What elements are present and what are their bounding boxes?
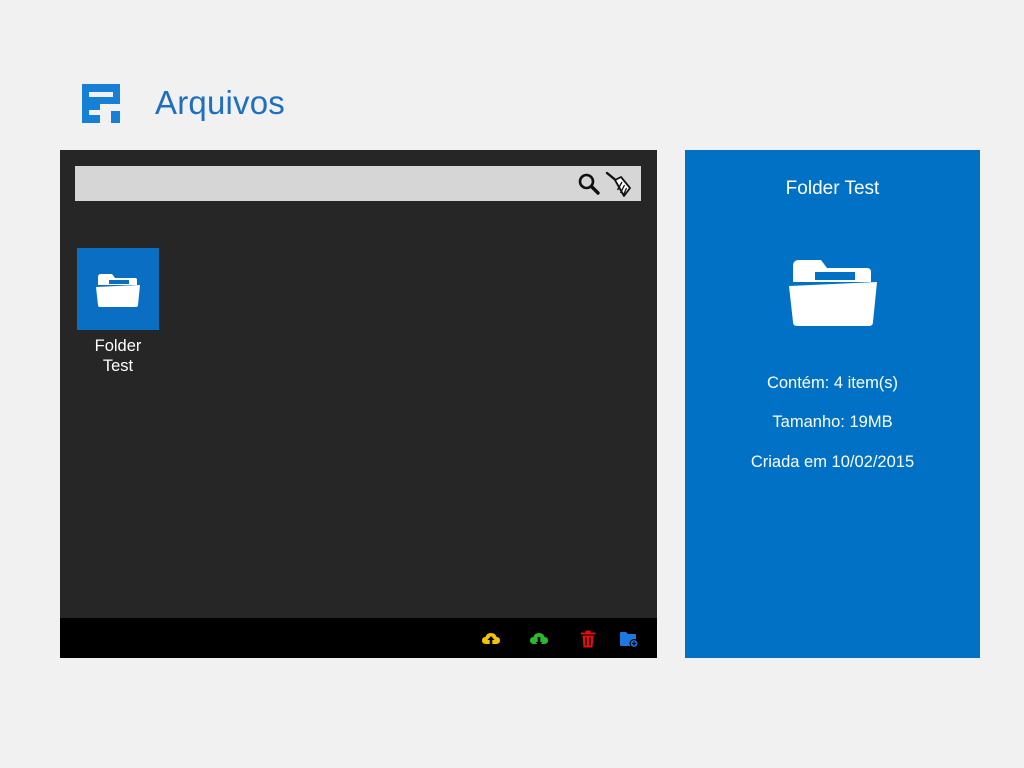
details-contains: Contém: 4 item(s) bbox=[766, 374, 899, 392]
details-title: Folder Test bbox=[785, 178, 880, 199]
cloud-download-icon[interactable] bbox=[529, 630, 549, 648]
folder-label: Folder Test bbox=[94, 337, 142, 375]
action-bar bbox=[60, 618, 657, 658]
trash-icon[interactable] bbox=[578, 630, 598, 648]
folder-add-icon[interactable] bbox=[619, 630, 639, 648]
broom-icon[interactable] bbox=[605, 170, 633, 198]
search-input[interactable] bbox=[75, 166, 565, 201]
folder-open-icon bbox=[789, 260, 877, 326]
page-title: Arquivos bbox=[155, 84, 285, 121]
app-logo-icon bbox=[82, 84, 120, 123]
folder-tile bbox=[77, 248, 159, 330]
search-bar bbox=[75, 166, 641, 201]
details-size: Tamanho: 19MB bbox=[772, 413, 893, 431]
file-browser-panel: Folder Test bbox=[60, 150, 657, 658]
folder-open-icon bbox=[96, 274, 140, 307]
details-created: Criada em 10/02/2015 bbox=[750, 453, 915, 471]
folder-item[interactable]: Folder Test bbox=[76, 248, 160, 376]
details-panel: Folder Test Contém: 4 item(s) Tamanho: 1… bbox=[685, 150, 980, 658]
search-icon[interactable] bbox=[577, 172, 601, 196]
cloud-upload-icon[interactable] bbox=[481, 630, 501, 648]
